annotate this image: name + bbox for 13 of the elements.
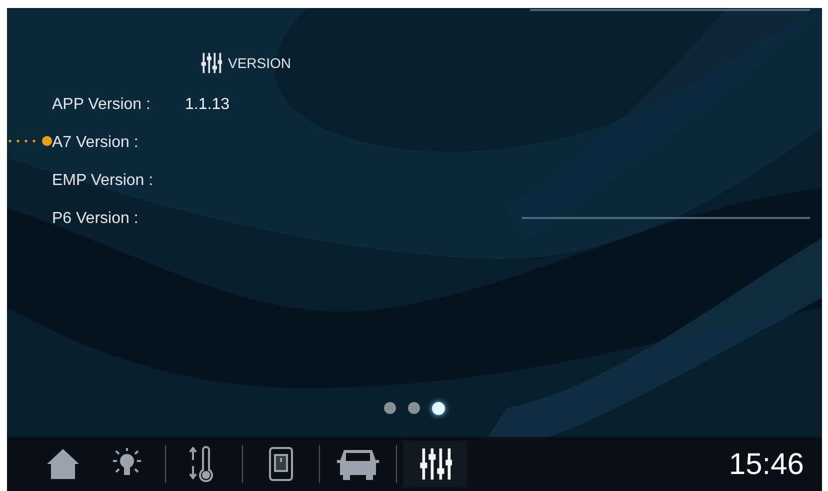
version-label: EMP Version : xyxy=(52,171,154,191)
version-value: 1.1.13 xyxy=(185,95,230,115)
version-label: P6 Version : xyxy=(52,209,140,229)
version-label: A7 Version : xyxy=(52,133,140,153)
wall-switch-icon xyxy=(268,446,294,482)
sliders-icon xyxy=(418,447,452,481)
clock: 15:46 xyxy=(728,446,804,482)
van-icon xyxy=(336,447,380,481)
home-icon xyxy=(45,447,81,481)
section-title: VERSION xyxy=(228,54,292,72)
version-label: APP Version : xyxy=(52,95,152,115)
nav-button[interactable] xyxy=(403,441,467,487)
sliders-icon xyxy=(200,52,222,74)
